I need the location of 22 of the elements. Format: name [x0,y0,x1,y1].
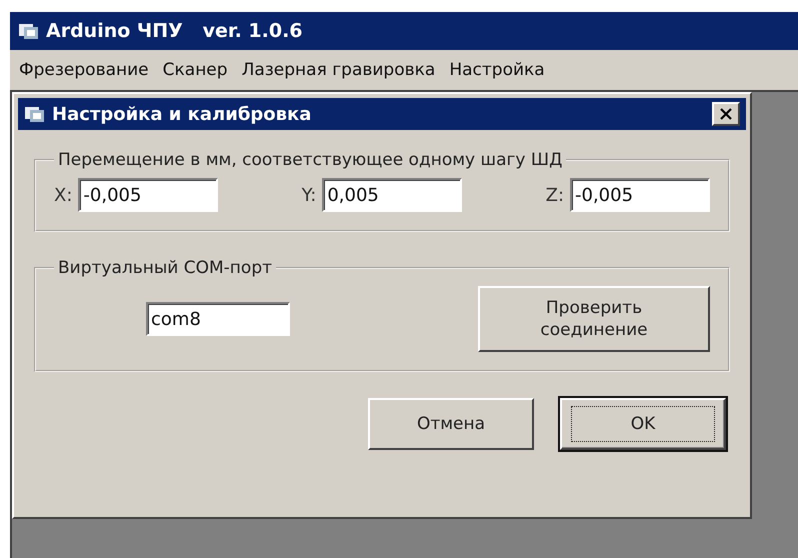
step-input[interactable]: -0,005 [78,178,218,212]
window-title: Arduino ЧПУ ver. 1.0.6 [46,20,303,42]
port-input[interactable]: com8 [146,302,290,336]
menu-item[interactable]: Лазерная гравировка [234,60,442,80]
menu-item[interactable]: Фрезерование [12,60,156,80]
axis-label: Z: [546,184,564,206]
axis-label: X: [54,184,72,206]
group-legend: Перемещение в мм, соответствующее одному шагу ШД [54,150,566,170]
window-icon [18,21,40,41]
dialog-title: Настройка и калибровка [52,104,312,124]
default-button[interactable]: OK [560,398,726,450]
step-input[interactable]: -0,005 [570,178,710,212]
check-connection-button[interactable]: Проверить соединение [478,286,710,352]
close-icon [720,108,732,120]
dialog-button[interactable]: Отмена [368,398,534,450]
menu-item[interactable]: Сканер [156,60,235,80]
menu-item[interactable]: Настройка [442,60,552,80]
close-button[interactable] [712,102,740,126]
window-icon [24,104,46,124]
group-legend: Виртуальный COM-порт [54,258,276,278]
axis-label: Y: [302,184,316,206]
step-input[interactable]: 0,005 [322,178,462,212]
